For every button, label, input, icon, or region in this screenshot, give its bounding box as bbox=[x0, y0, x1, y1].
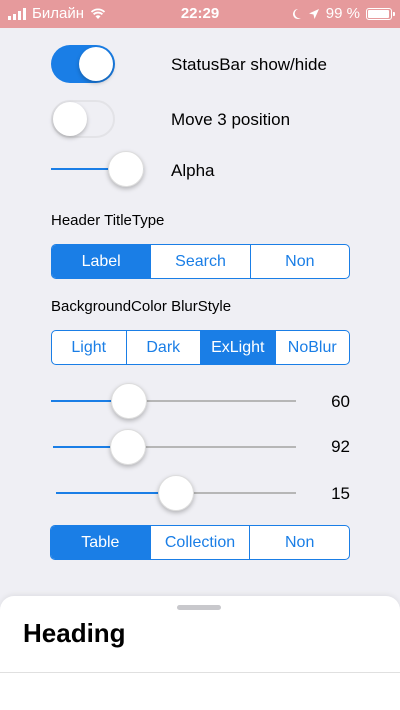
value-slider-2[interactable] bbox=[53, 429, 296, 465]
sheet-heading: Heading bbox=[23, 618, 126, 648]
statusbar-toggle-label: StatusBar show/hide bbox=[171, 55, 327, 74]
segment-noblur[interactable]: NoBlur bbox=[274, 331, 350, 364]
blurstyle-title: BackgroundColor BlurStyle bbox=[51, 298, 232, 315]
header-titletype-title: Header TitleType bbox=[51, 212, 165, 229]
slider-3-value: 15 bbox=[331, 484, 350, 503]
segment-label[interactable]: Label bbox=[52, 245, 151, 278]
status-bar: Билайн 22:29 99 % bbox=[0, 0, 400, 28]
segment-collection[interactable]: Collection bbox=[149, 526, 250, 559]
bottom-sheet[interactable]: Heading bbox=[0, 596, 400, 710]
move-position-label: Move 3 position bbox=[171, 110, 291, 129]
segment-search[interactable]: Search bbox=[150, 245, 249, 278]
location-icon bbox=[308, 8, 319, 19]
sheet-grabber-handle[interactable] bbox=[177, 605, 221, 610]
segment-non[interactable]: Non bbox=[249, 245, 349, 278]
segment-table[interactable]: Table bbox=[51, 526, 150, 559]
value-slider-1[interactable] bbox=[51, 383, 296, 419]
segment-exlight[interactable]: ExLight bbox=[200, 331, 275, 364]
status-right: 99 % bbox=[291, 5, 395, 22]
segment-light[interactable]: Light bbox=[52, 331, 126, 364]
header-titletype-segmented: Label Search Non bbox=[51, 244, 350, 279]
move-position-toggle[interactable] bbox=[51, 100, 115, 138]
slider-thumb[interactable] bbox=[110, 429, 147, 465]
slider-1-value: 60 bbox=[331, 392, 350, 411]
segment-non[interactable]: Non bbox=[249, 526, 349, 559]
segment-dark[interactable]: Dark bbox=[125, 331, 201, 364]
toggle-knob bbox=[79, 47, 113, 81]
divider bbox=[0, 672, 400, 673]
toggle-knob bbox=[53, 102, 87, 136]
content-type-segmented: Table Collection Non bbox=[50, 525, 350, 560]
alpha-label: Alpha bbox=[171, 161, 215, 180]
value-slider-3[interactable] bbox=[56, 475, 296, 511]
slider-thumb[interactable] bbox=[158, 475, 194, 511]
moon-icon bbox=[292, 8, 301, 19]
slider-thumb[interactable] bbox=[111, 383, 148, 419]
battery-percent: 99 % bbox=[325, 5, 360, 22]
battery-icon bbox=[366, 7, 395, 20]
slider-2-value: 92 bbox=[331, 437, 350, 456]
statusbar-toggle[interactable] bbox=[51, 45, 115, 83]
alpha-slider[interactable] bbox=[51, 151, 144, 187]
alpha-slider-thumb[interactable] bbox=[108, 151, 144, 187]
blurstyle-segmented: Light Dark ExLight NoBlur bbox=[51, 330, 350, 365]
